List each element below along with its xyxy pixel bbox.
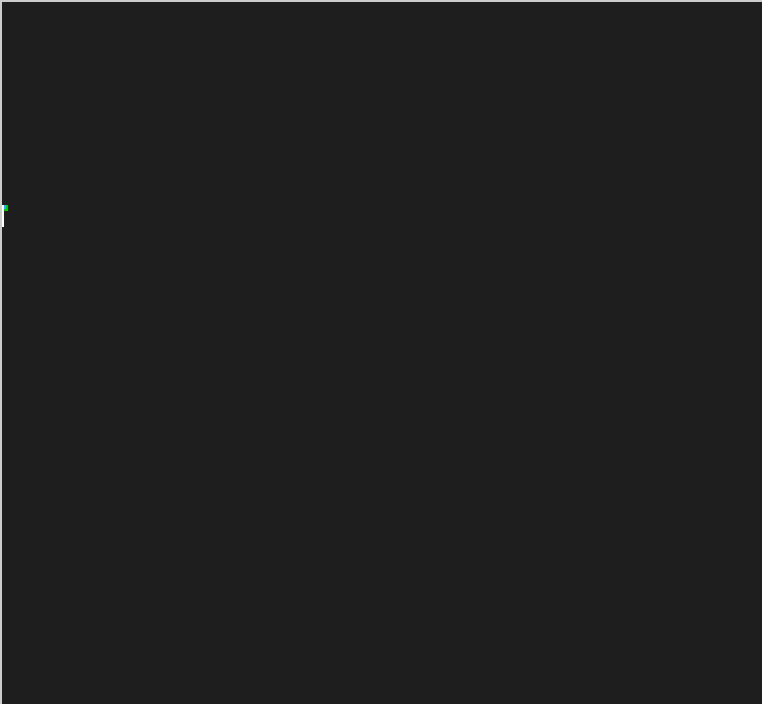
source-return <box>2 176 762 205</box>
comment-non-inline <box>2 60 762 89</box>
source-signature <box>2 2 762 60</box>
comment-inline <box>2 118 762 147</box>
source-call1 <box>2 89 762 118</box>
highlight-box-cyan <box>2 205 6 209</box>
text-cursor <box>2 205 4 227</box>
highlight-box-green <box>2 205 8 211</box>
source-call2 <box>2 147 762 176</box>
